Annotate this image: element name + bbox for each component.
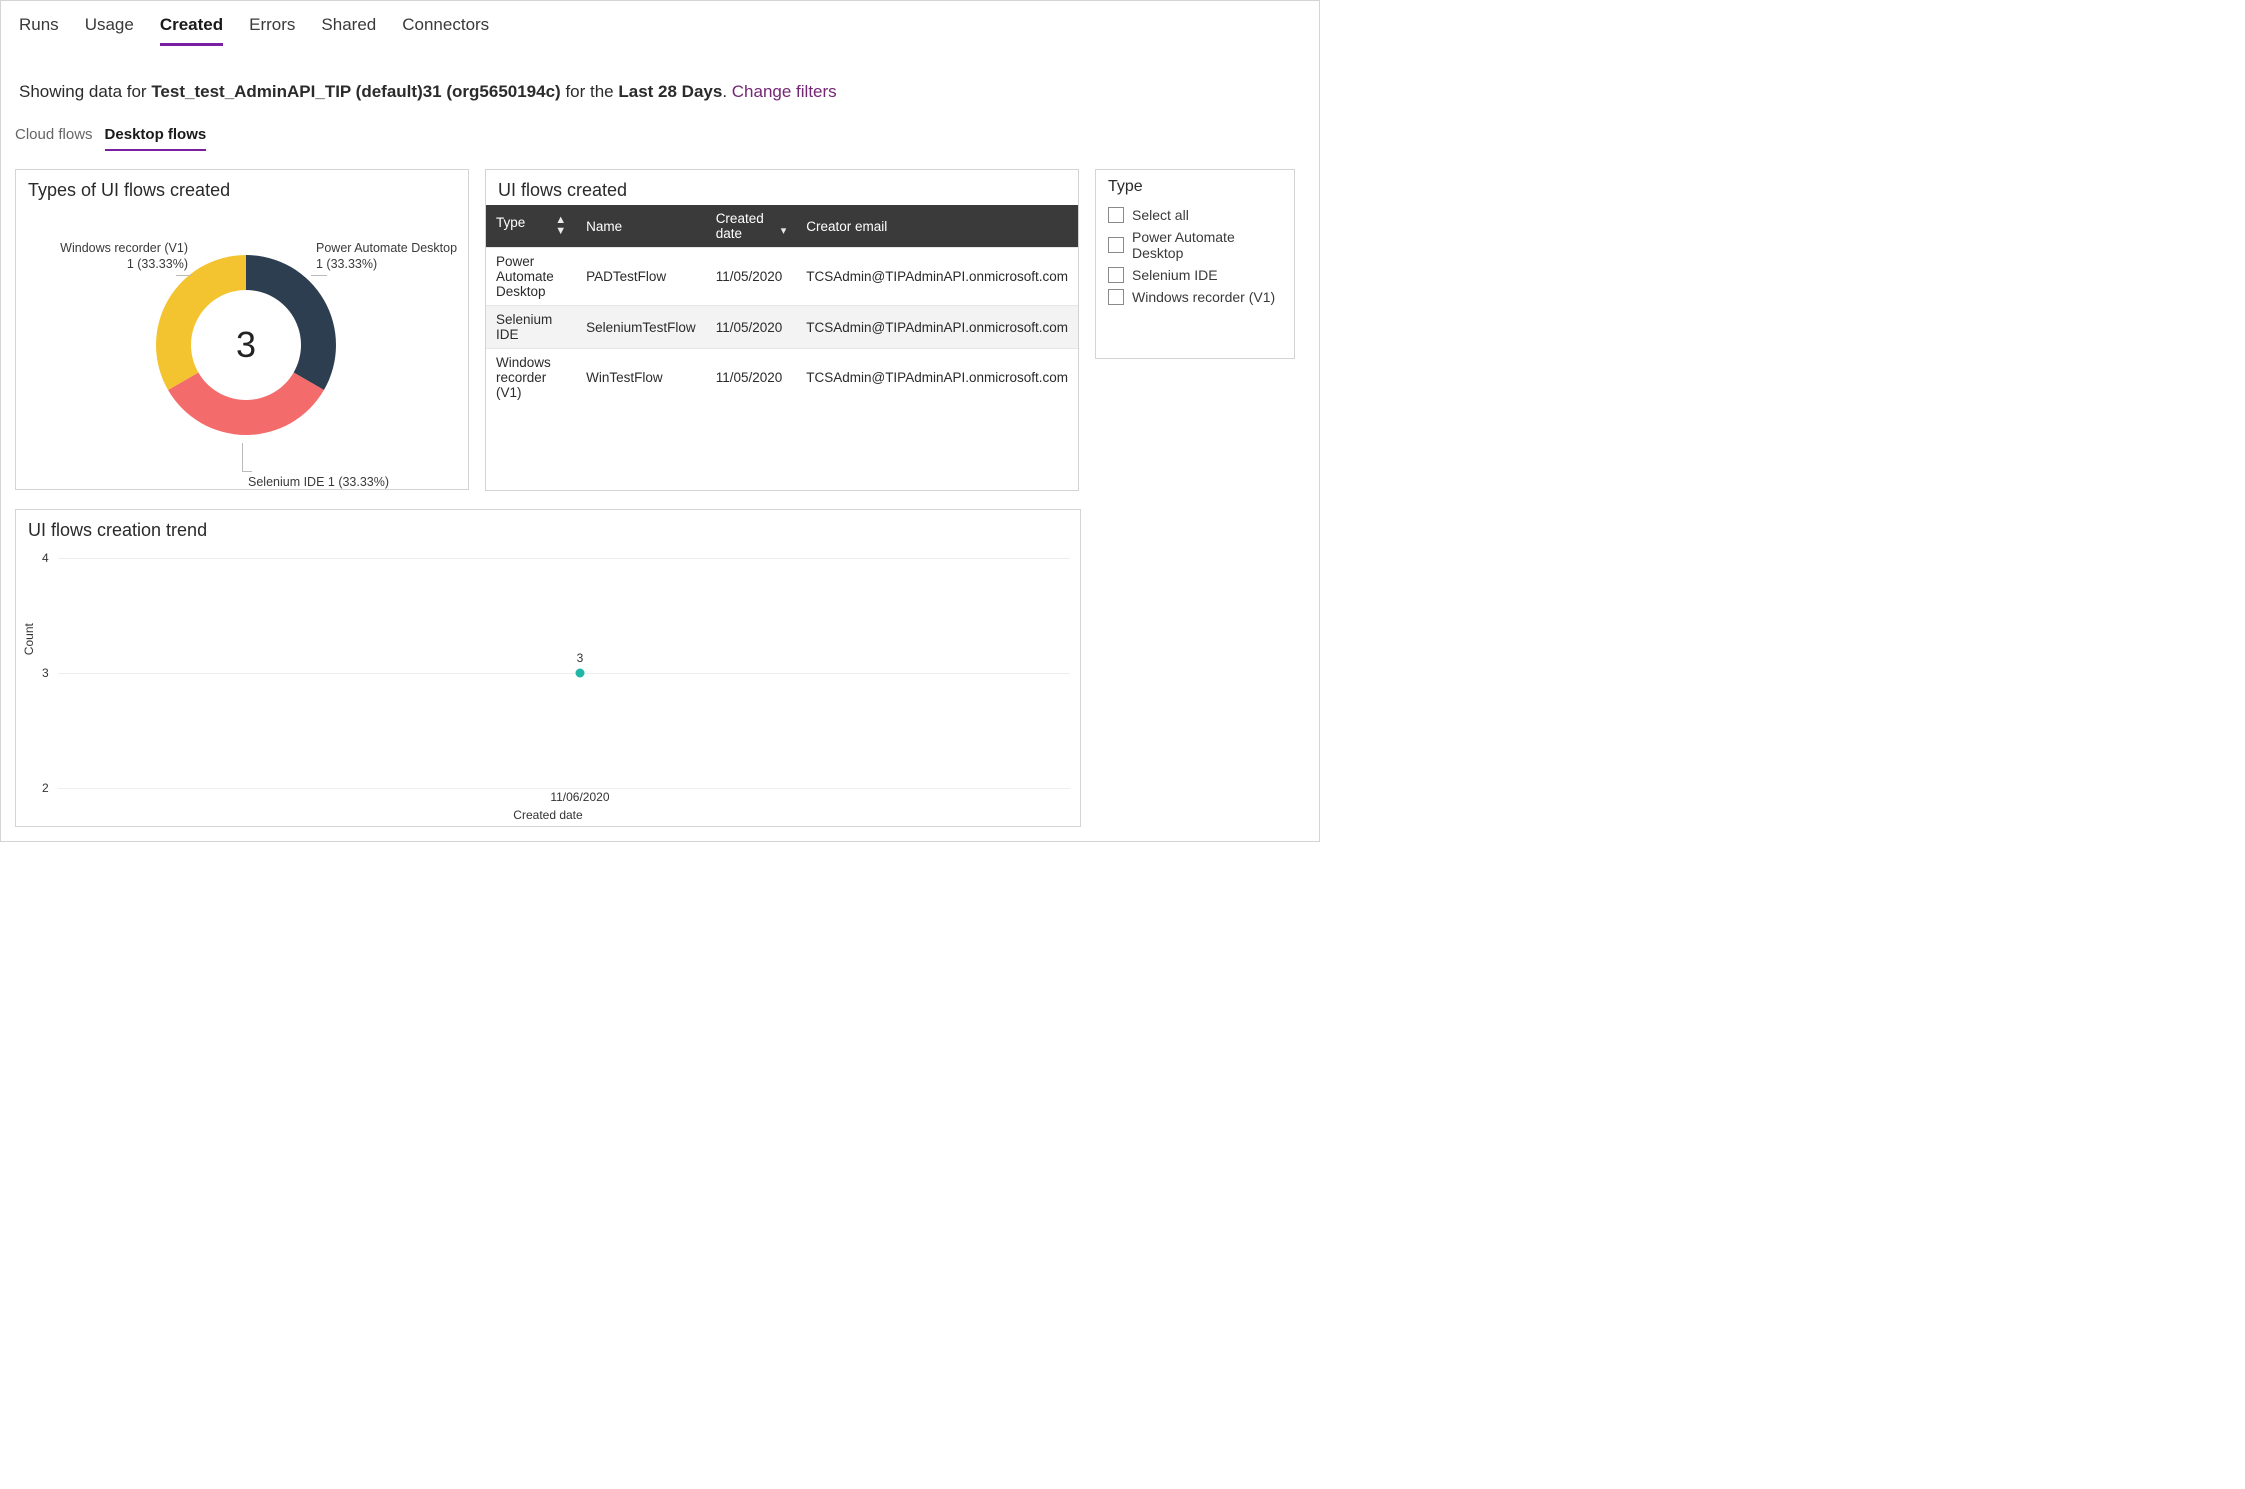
cell-email: TCSAdmin@TIPAdminAPI.onmicrosoft.com: [796, 306, 1078, 349]
cell-type: Selenium IDE: [486, 306, 576, 349]
table-row[interactable]: Power Automate Desktop PADTestFlow 11/05…: [486, 248, 1078, 306]
tab-shared[interactable]: Shared: [321, 11, 376, 46]
checkbox-icon[interactable]: [1108, 267, 1124, 283]
donut-label-power-automate-desktop: Power Automate Desktop 1 (33.33%): [316, 241, 457, 272]
col-label: Type: [496, 215, 525, 230]
trend-data-point[interactable]: [575, 669, 584, 678]
col-name[interactable]: Name: [576, 205, 706, 248]
cell-name: SeleniumTestFlow: [576, 306, 706, 349]
filter-option-selenium-ide[interactable]: Selenium IDE: [1108, 264, 1282, 286]
col-label: Created date: [716, 211, 764, 241]
cell-email: TCSAdmin@TIPAdminAPI.onmicrosoft.com: [796, 349, 1078, 407]
primary-tabs: Runs Usage Created Errors Shared Connect…: [15, 1, 1305, 46]
filter-option-power-automate-desktop[interactable]: Power Automate Desktop: [1108, 226, 1282, 264]
cell-date: 11/05/2020: [706, 248, 797, 306]
col-label: Name: [586, 219, 622, 234]
summary-env: Test_test_AdminAPI_TIP (default)31 (org5…: [151, 82, 560, 101]
summary-period: Last 28 Days: [618, 82, 722, 101]
col-creator-email[interactable]: Creator email: [796, 205, 1078, 248]
trend-card-title: UI flows creation trend: [16, 510, 1080, 545]
filter-option-select-all[interactable]: Select all: [1108, 204, 1282, 226]
cell-date: 11/05/2020: [706, 349, 797, 407]
trend-ytick: 2: [42, 781, 49, 795]
table-header-row: Type ▲▼ Name Created date ▾ Creator email: [486, 205, 1078, 248]
table-card: UI flows created Type ▲▼ Name Created dat…: [485, 169, 1079, 491]
col-type[interactable]: Type ▲▼: [486, 205, 576, 248]
trend-y-axis-label: Count: [22, 623, 36, 655]
trend-gridline: [58, 788, 1070, 789]
cell-name: WinTestFlow: [576, 349, 706, 407]
filter-option-label: Select all: [1132, 207, 1189, 223]
donut-label-selenium-ide: Selenium IDE 1 (33.33%): [248, 475, 389, 491]
tab-usage[interactable]: Usage: [85, 11, 134, 46]
cell-type: Power Automate Desktop: [486, 248, 576, 306]
trend-ytick: 3: [42, 666, 49, 680]
sort-desc-icon[interactable]: ▾: [781, 226, 787, 237]
summary-prefix: Showing data for: [19, 82, 151, 101]
cell-date: 11/05/2020: [706, 306, 797, 349]
filter-option-label: Windows recorder (V1): [1132, 289, 1275, 305]
filter-option-label: Selenium IDE: [1132, 267, 1218, 283]
tab-connectors[interactable]: Connectors: [402, 11, 489, 46]
secondary-tabs: Cloud flows Desktop flows: [15, 124, 1305, 151]
subtab-desktop-flows[interactable]: Desktop flows: [105, 124, 207, 151]
trend-point-label: 3: [577, 651, 584, 665]
trend-xtick: 11/06/2020: [550, 790, 609, 804]
cell-email: TCSAdmin@TIPAdminAPI.onmicrosoft.com: [796, 248, 1078, 306]
type-filter-card: Type Select all Power Automate Desktop S…: [1095, 169, 1295, 359]
cell-name: PADTestFlow: [576, 248, 706, 306]
trend-x-axis-label: Created date: [513, 808, 582, 822]
col-created-date[interactable]: Created date ▾: [706, 205, 797, 248]
trend-gridline: [58, 558, 1070, 559]
filter-option-windows-recorder[interactable]: Windows recorder (V1): [1108, 286, 1282, 308]
summary-suffix: .: [722, 82, 731, 101]
checkbox-icon[interactable]: [1108, 207, 1124, 223]
donut-label-line: Windows recorder (V1): [58, 241, 188, 257]
col-label: Creator email: [806, 219, 887, 234]
table-card-title: UI flows created: [486, 170, 1078, 205]
trend-gridline: [58, 673, 1070, 674]
types-card: Types of UI flows created 3: [15, 169, 469, 490]
donut-label-line: 1 (33.33%): [316, 257, 457, 273]
subtab-cloud-flows[interactable]: Cloud flows: [15, 124, 93, 151]
donut-label-windows-recorder: Windows recorder (V1) 1 (33.33%): [58, 241, 188, 272]
trend-card: UI flows creation trend Count 4 3 2 3 11…: [15, 509, 1081, 827]
table-row[interactable]: Windows recorder (V1) WinTestFlow 11/05/…: [486, 349, 1078, 407]
change-filters-link[interactable]: Change filters: [732, 82, 837, 101]
donut-label-line: Power Automate Desktop: [316, 241, 457, 257]
sort-icon[interactable]: ▲▼: [555, 215, 566, 237]
tab-created[interactable]: Created: [160, 11, 223, 46]
checkbox-icon[interactable]: [1108, 289, 1124, 305]
table-row[interactable]: Selenium IDE SeleniumTestFlow 11/05/2020…: [486, 306, 1078, 349]
filter-option-label: Power Automate Desktop: [1132, 229, 1282, 261]
cell-type: Windows recorder (V1): [486, 349, 576, 407]
summary-mid: for the: [561, 82, 619, 101]
summary-line: Showing data for Test_test_AdminAPI_TIP …: [19, 82, 1301, 102]
donut-label-line: 1 (33.33%): [58, 257, 188, 273]
trend-ytick: 4: [42, 551, 49, 565]
types-card-title: Types of UI flows created: [16, 170, 468, 205]
flows-table: Type ▲▼ Name Created date ▾ Creator email…: [486, 205, 1078, 406]
tab-runs[interactable]: Runs: [19, 11, 59, 46]
checkbox-icon[interactable]: [1108, 237, 1124, 253]
tab-errors[interactable]: Errors: [249, 11, 295, 46]
filter-title: Type: [1108, 178, 1282, 196]
